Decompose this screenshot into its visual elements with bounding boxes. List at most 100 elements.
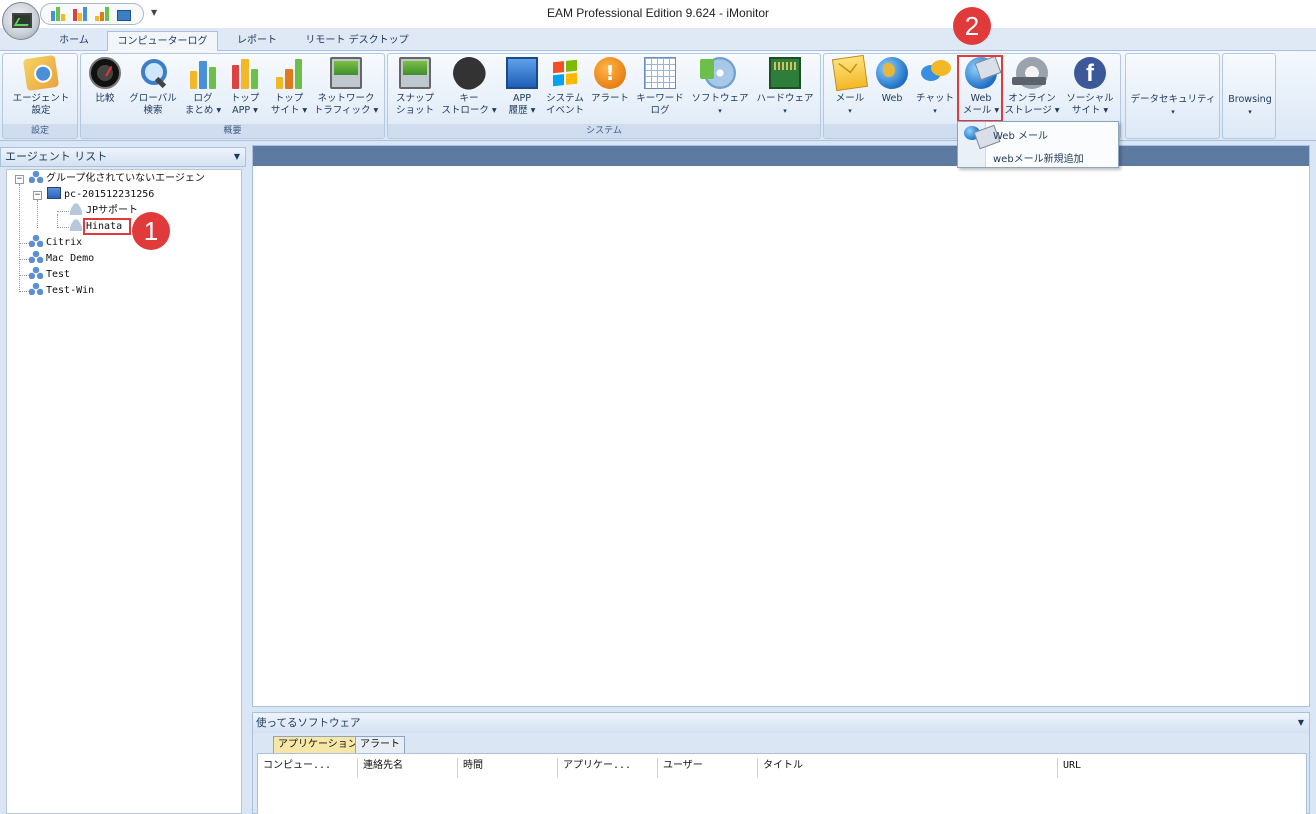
software-disc-icon <box>700 57 736 89</box>
column-header-title[interactable]: タイトル <box>758 758 1058 778</box>
web-label: Web <box>881 93 903 104</box>
mail-button[interactable]: メール ▾ <box>830 54 870 117</box>
keyword-log-button[interactable]: キーワード ログ <box>632 57 688 117</box>
web-mail-highlight <box>957 55 1003 122</box>
tab-remote-desktop[interactable]: リモート デスクトップ <box>296 31 418 51</box>
column-header-time[interactable]: 時間 <box>458 758 558 778</box>
tab-applications[interactable]: アプリケーション <box>273 736 363 753</box>
column-header-url[interactable]: URL <box>1058 758 1307 778</box>
app-window-icon <box>506 57 538 89</box>
chat-button[interactable]: チャット ▾ <box>912 57 958 117</box>
tree-node-label: Test <box>46 269 71 280</box>
keystroke-button[interactable]: キー ストローク ▾ <box>438 50 500 117</box>
keystroke-label-2: ストローク ▾ <box>441 105 497 116</box>
software-usage-title: 使ってるソフトウェア <box>256 717 361 729</box>
tree-node-citrix[interactable]: Citrix <box>29 235 82 251</box>
top-app-chart-icon <box>229 57 261 89</box>
top-site-chart-icon <box>273 57 305 89</box>
group-icon <box>29 283 43 295</box>
tree-node-pc[interactable]: pc-201512231256 <box>47 187 154 203</box>
software-button[interactable]: ソフトウェア ▾ <box>688 57 752 117</box>
main-content-panel <box>252 145 1310 707</box>
menu-item-web-mail[interactable]: Web メール <box>993 127 1048 142</box>
log-summary-label-2: まとめ ▾ <box>184 105 222 116</box>
network-traffic-button[interactable]: ネットワーク トラフィック ▾ <box>311 57 381 117</box>
tree-node-jp-support[interactable]: JPサポート <box>69 203 138 219</box>
global-search-label-2: 検索 <box>143 105 163 116</box>
compare-label: 比較 <box>95 93 115 104</box>
monitor-chart-icon <box>12 13 32 28</box>
group-overview: 比較 グローバル 検索 ログ まとめ ▾ トップ APP ▾ トップ サイト ▾… <box>80 53 385 139</box>
app-history-button[interactable]: APP 履歴 ▾ <box>502 57 542 117</box>
browsing-button[interactable]: Browsing ▾ <box>1225 94 1275 118</box>
alert-icon: ! <box>594 57 626 89</box>
keyword-grid-icon <box>644 57 676 89</box>
app-history-label-2: 履歴 ▾ <box>508 105 536 116</box>
system-event-label-2: イベント <box>545 105 584 116</box>
tab-alerts[interactable]: アラート <box>355 736 405 753</box>
keystroke-label-1: キー <box>459 93 479 104</box>
group-icon <box>29 171 43 183</box>
agent-settings-icon <box>22 54 60 92</box>
global-search-button[interactable]: グローバル 検索 <box>125 57 181 117</box>
online-storage-button[interactable]: オンライン ストレージ ▾ <box>1004 57 1060 117</box>
group-settings: エージェント 設定 設定 <box>2 53 78 139</box>
agent-settings-button[interactable]: エージェント 設定 <box>7 54 75 117</box>
search-icon <box>137 57 169 89</box>
top-site-button[interactable]: トップ サイト ▾ <box>267 57 311 117</box>
tree-node-test[interactable]: Test <box>29 267 70 283</box>
tab-report[interactable]: レポート <box>225 31 289 51</box>
browsing-dropdown-chevron: ▾ <box>1248 108 1252 116</box>
alert-label: アラート <box>590 93 629 104</box>
snapshot-button[interactable]: スナップ ショット <box>392 57 438 117</box>
network-traffic-label-1: ネットワーク <box>317 93 375 104</box>
data-security-dropdown-chevron: ▾ <box>1171 108 1175 116</box>
tree-node-test-win[interactable]: Test-Win <box>29 283 94 299</box>
tree-node-label: pc-201512231256 <box>64 189 155 200</box>
menu-item-add-web-mail[interactable]: webメール新規追加 <box>993 150 1084 165</box>
group-browsing: Browsing ▾ <box>1222 53 1276 139</box>
tree-node-ungrouped[interactable]: グループ化されていないエージェン <box>29 171 205 187</box>
tab-home[interactable]: ホーム <box>48 31 100 51</box>
app-menu-button[interactable] <box>2 2 40 40</box>
panel-dropdown-chevron-icon[interactable]: ▼ <box>1298 713 1304 733</box>
mail-dropdown-chevron: ▾ <box>848 107 852 115</box>
tab-computer-log[interactable]: コンピューターログ <box>107 31 218 51</box>
panel-dropdown-chevron-icon[interactable]: ▼ <box>234 148 240 166</box>
tree-node-label: グループ化されていないエージェン <box>46 173 205 184</box>
alert-button[interactable]: ! アラート <box>588 57 632 105</box>
column-header-computer[interactable]: コンピュー... <box>258 758 358 778</box>
collapse-icon[interactable]: − <box>33 191 42 200</box>
hardware-label-1: ハードウェア <box>756 93 814 104</box>
windows-logo-icon <box>549 55 581 90</box>
snapshot-label-2: ショット <box>395 105 434 116</box>
chat-dropdown-chevron: ▾ <box>933 107 937 115</box>
log-summary-button[interactable]: ログ まとめ ▾ <box>181 57 225 117</box>
compare-button[interactable]: 比較 <box>87 57 123 105</box>
hardware-button[interactable]: ハードウェア ▾ <box>752 57 818 117</box>
top-app-label-1: トップ <box>230 93 260 104</box>
keyword-log-label-1: キーワード <box>636 93 684 104</box>
app-history-label-1: APP <box>513 93 531 104</box>
data-security-button[interactable]: データセキュリティ ▾ <box>1128 94 1218 118</box>
tree-node-mac-demo[interactable]: Mac Demo <box>29 251 94 267</box>
browsing-label: Browsing <box>1228 94 1272 105</box>
social-site-button[interactable]: f ソーシャル サイト ▾ <box>1062 57 1118 117</box>
ribbon-tab-bar: ホーム コンピューターログ レポート リモート デスクトップ <box>0 28 1316 51</box>
keyword-log-label-2: ログ <box>650 105 670 116</box>
collapse-icon[interactable]: − <box>15 175 24 184</box>
agent-list-title: エージェント リスト <box>5 150 108 163</box>
window-title: EAM Professional Edition 9.624 - iMonito… <box>546 6 770 20</box>
column-header-contact[interactable]: 連絡先名 <box>358 758 458 778</box>
system-event-button[interactable]: システム イベント <box>542 57 588 117</box>
web-button[interactable]: Web <box>872 57 912 105</box>
column-header-application[interactable]: アプリケー... <box>558 758 658 778</box>
step-marker-1: 1 <box>132 212 170 250</box>
web-mail-menu-icon <box>964 126 980 140</box>
snapshot-icon <box>399 57 431 89</box>
tree-node-label: JPサポート <box>86 205 139 216</box>
agent-list-panel: エージェント リスト ▼ − グループ化されていないエージェン − pc-201… <box>0 145 246 814</box>
network-monitor-icon <box>330 57 362 89</box>
top-app-button[interactable]: トップ APP ▾ <box>225 57 265 117</box>
column-header-user[interactable]: ユーザー <box>658 758 758 778</box>
